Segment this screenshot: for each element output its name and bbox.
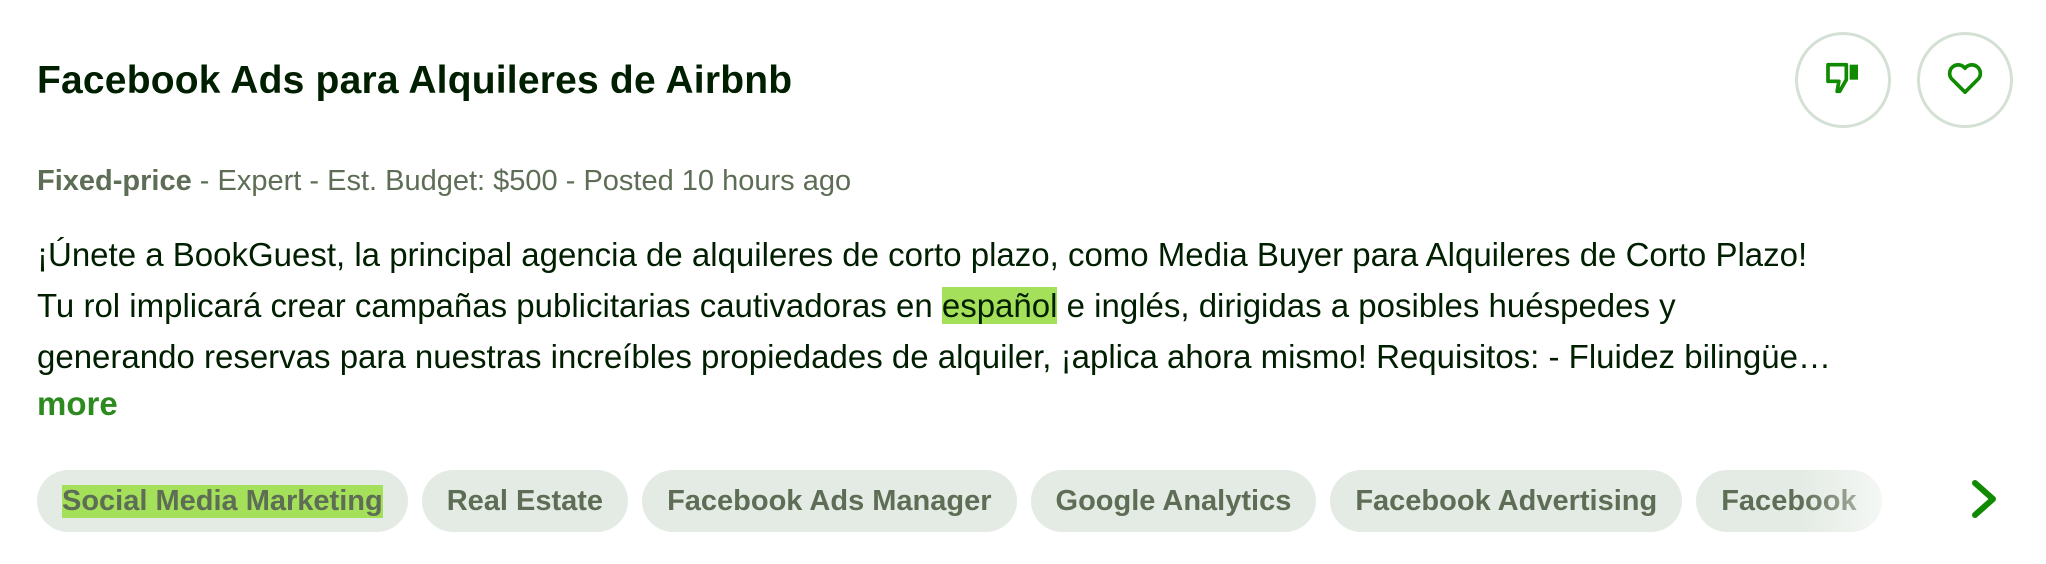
- skill-label-highlight: Social Media Marketing: [62, 484, 383, 518]
- description-text: e inglés, dirigidas a posibles huéspedes…: [1057, 287, 1676, 324]
- skill-label: Facebook Ads Manager: [667, 484, 992, 517]
- skill-chip[interactable]: Facebook Ads Manager: [642, 470, 1017, 532]
- job-title[interactable]: Facebook Ads para Alquileres de Airbnb: [37, 58, 792, 104]
- skill-chip[interactable]: Google Analytics: [1030, 470, 1317, 532]
- dislike-button[interactable]: [1795, 32, 1891, 128]
- skill-chip[interactable]: Social Media Marketing: [37, 470, 408, 532]
- job-card[interactable]: Facebook Ads para Alquileres de Airbnb F…: [0, 0, 2046, 564]
- job-description: ¡Únete a BookGuest, la principal agencia…: [37, 229, 2012, 382]
- skill-label: Facebook Advertising: [1355, 484, 1658, 517]
- skill-label: Facebook: [1721, 484, 1857, 517]
- skill-label: Google Analytics: [1055, 484, 1292, 517]
- description-line: Tu rol implicará crear campañas publicit…: [37, 280, 2012, 331]
- skill-chip[interactable]: Real Estate: [421, 470, 629, 532]
- job-type: Fixed-price: [37, 165, 192, 197]
- skill-chip[interactable]: Facebook: [1696, 470, 1882, 532]
- skill-label: Real Estate: [446, 484, 604, 517]
- meta-separator: -: [301, 165, 328, 197]
- estimated-budget: Est. Budget: $500: [327, 165, 558, 197]
- skills-next-button[interactable]: [1962, 478, 2006, 524]
- heart-icon: [1945, 58, 1985, 103]
- job-meta: Fixed-price - Expert - Est. Budget: $500…: [37, 163, 851, 199]
- description-text: Tu rol implicará crear campañas publicit…: [37, 287, 942, 324]
- posted-time: Posted 10 hours ago: [583, 165, 852, 197]
- description-line: generando reservas para nuestras increíb…: [37, 338, 1831, 375]
- job-actions: [1795, 32, 2013, 128]
- skills-list: Social Media Marketing Real Estate Faceb…: [37, 470, 1937, 532]
- description-line: ¡Únete a BookGuest, la principal agencia…: [37, 236, 1808, 273]
- experience-level: Expert: [217, 165, 302, 197]
- save-job-button[interactable]: [1917, 32, 2013, 128]
- more-link[interactable]: more: [37, 382, 118, 426]
- meta-separator: -: [557, 165, 584, 197]
- skill-chip[interactable]: Facebook Advertising: [1330, 470, 1683, 532]
- meta-separator: -: [191, 165, 218, 197]
- thumbs-down-icon: [1823, 58, 1863, 103]
- search-term-highlight: español: [941, 287, 1058, 324]
- chevron-right-icon: [1969, 479, 1999, 524]
